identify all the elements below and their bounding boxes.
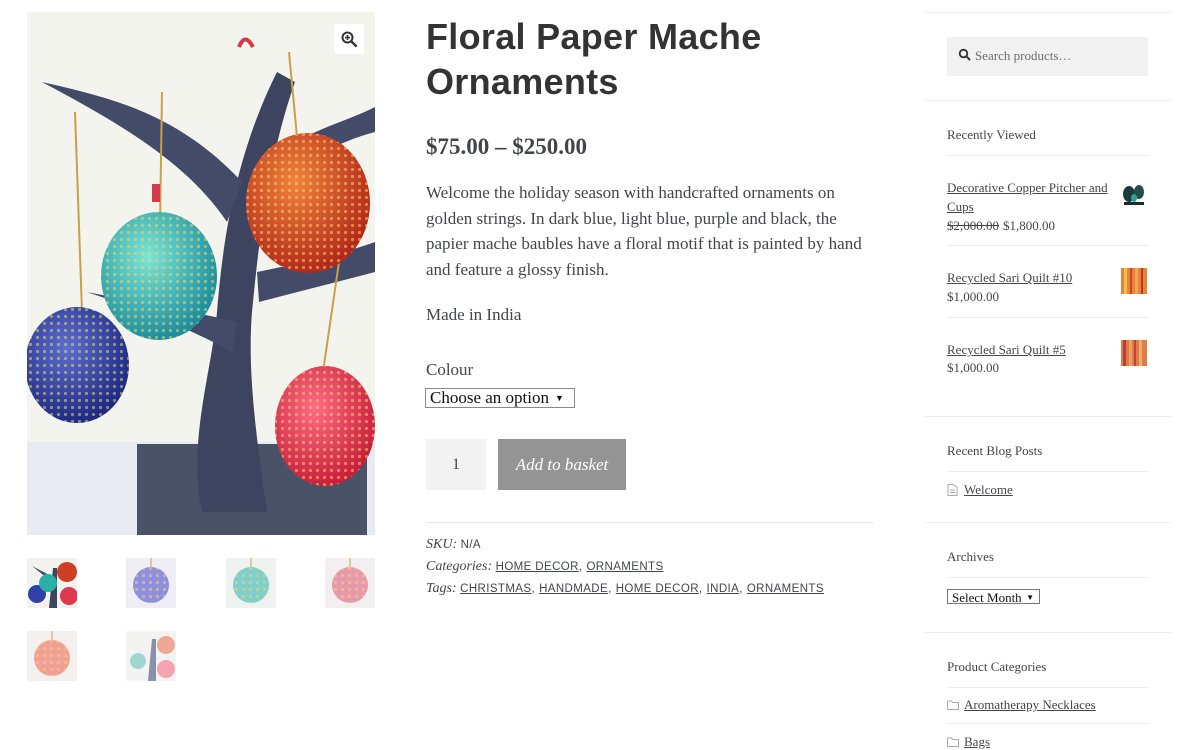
- category-link[interactable]: Aromatherapy Necklaces: [964, 697, 1096, 713]
- recently-viewed-thumbnail[interactable]: [1121, 180, 1147, 206]
- product-description: Welcome the holiday season with handcraf…: [426, 183, 862, 279]
- dropdown-arrow-icon: ▼: [555, 393, 564, 403]
- sidebar-divider: [925, 522, 1171, 523]
- recently-viewed-price: $1,000.00: [947, 360, 999, 375]
- colour-select[interactable]: Choose an option ▼: [425, 388, 575, 408]
- widget-title-divider: [947, 577, 1149, 578]
- tag-link[interactable]: CHRISTMAS: [460, 583, 531, 595]
- category-link[interactable]: ORNAMENTS: [586, 561, 663, 573]
- category-link[interactable]: Bags: [964, 734, 990, 750]
- tag-link[interactable]: ORNAMENTS: [747, 583, 824, 595]
- product-title: Floral Paper Mache Ornaments: [426, 14, 866, 104]
- list-divider: [947, 317, 1149, 318]
- categories-label: Categories:: [426, 559, 493, 574]
- gallery-thumbnail-3[interactable]: [226, 558, 276, 608]
- tag-link[interactable]: HANDMADE: [539, 583, 608, 595]
- product-tags: Tags: CHRISTMAS, HANDMADE, HOME DECOR, INDI…: [426, 581, 824, 596]
- product-categories-title: Product Categories: [947, 659, 1047, 674]
- document-icon: [947, 484, 958, 496]
- search-placeholder: Search products…: [975, 48, 1072, 63]
- sale-price: $1,800.00: [1003, 218, 1055, 233]
- old-price: $2,000.00: [947, 218, 999, 233]
- product-title-line-1: Floral Paper Mache: [426, 16, 762, 57]
- recently-viewed-thumbnail[interactable]: [1121, 268, 1147, 294]
- sidebar-divider: [925, 100, 1171, 101]
- archive-select-value: Select Month: [952, 590, 1022, 605]
- product-price: $75.00 – $250.00: [426, 134, 587, 159]
- search-icon: [958, 48, 971, 61]
- widget-title-divider: [947, 471, 1149, 472]
- tags-label: Tags:: [426, 581, 457, 596]
- archives-title: Archives: [947, 549, 994, 564]
- tag-link[interactable]: INDIA: [707, 583, 740, 595]
- product-main-image[interactable]: [27, 12, 375, 535]
- category-link[interactable]: HOME DECOR: [496, 561, 579, 573]
- recently-viewed-price: $2,000.00 $1,800.00: [947, 218, 1055, 234]
- gallery-thumbnail-1[interactable]: [27, 558, 77, 608]
- add-to-basket-button[interactable]: Add to basket: [498, 439, 626, 490]
- tag-link[interactable]: HOME DECOR: [616, 583, 699, 595]
- magnifier-plus-icon: [341, 31, 357, 47]
- sidebar-divider: [925, 12, 1171, 13]
- folder-icon: [947, 737, 959, 747]
- recent-posts-title: Recent Blog Posts: [947, 443, 1043, 458]
- recently-viewed-link[interactable]: Decorative Copper Pitcher and Cups: [947, 178, 1119, 216]
- dropdown-arrow-icon: ▼: [1026, 593, 1034, 602]
- widget-title-divider: [947, 155, 1149, 156]
- product-categories: Categories: HOME DECOR, ORNAMENTS: [426, 559, 664, 574]
- sku-value: N/A: [460, 539, 481, 551]
- product-title-line-2: Ornaments: [426, 61, 619, 102]
- gallery-thumbnail-2[interactable]: [126, 558, 176, 608]
- product-origin: Made in India: [426, 305, 522, 324]
- gallery-thumbnail-6[interactable]: [126, 631, 176, 681]
- quantity-input[interactable]: 1: [426, 439, 486, 490]
- list-divider: [947, 245, 1149, 246]
- gallery-thumbnail-4[interactable]: [325, 558, 375, 608]
- blog-post-link[interactable]: Welcome: [964, 482, 1013, 498]
- colour-select-value: Choose an option: [430, 388, 549, 407]
- gallery-thumbnail-5[interactable]: [27, 631, 77, 681]
- folder-icon: [947, 700, 959, 710]
- list-divider: [947, 723, 1149, 724]
- zoom-button[interactable]: [334, 24, 364, 54]
- widget-title-divider: [947, 687, 1149, 688]
- colour-label: Colour: [426, 360, 474, 379]
- recently-viewed-link[interactable]: Recycled Sari Quilt #10: [947, 268, 1119, 287]
- sidebar-divider: [925, 632, 1171, 633]
- sku-label: SKU:: [426, 537, 458, 552]
- recently-viewed-thumbnail[interactable]: [1121, 340, 1147, 366]
- divider: [426, 522, 874, 523]
- recently-viewed-price: $1,000.00: [947, 289, 999, 304]
- recently-viewed-title: Recently Viewed: [947, 127, 1036, 142]
- sidebar-divider: [925, 416, 1171, 417]
- recently-viewed-link[interactable]: Recycled Sari Quilt #5: [947, 340, 1119, 359]
- archive-month-select[interactable]: Select Month ▼: [947, 589, 1040, 605]
- product-sku: SKU: N/A: [426, 537, 481, 553]
